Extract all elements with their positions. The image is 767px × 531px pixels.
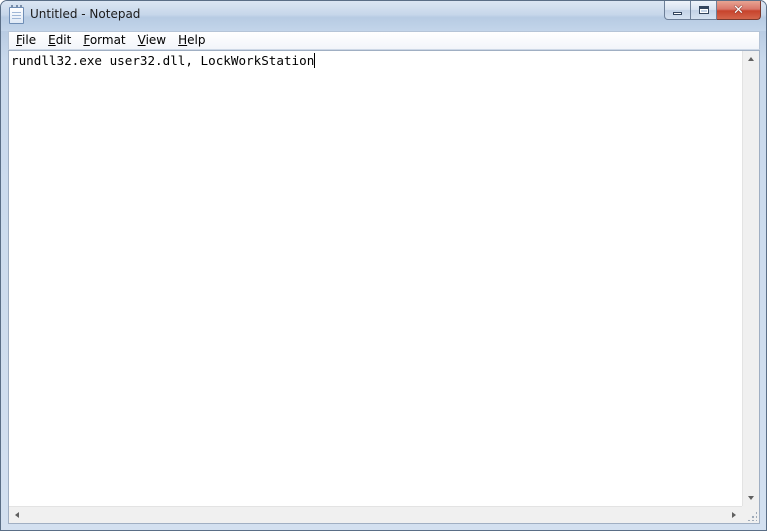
scroll-left-button[interactable] — [9, 507, 26, 524]
scrollbar-corner — [742, 506, 759, 523]
menu-format[interactable]: Format — [77, 32, 131, 49]
menu-file-label: ile — [22, 33, 37, 47]
menu-edit-accel: E — [48, 33, 56, 47]
menu-bar: File Edit Format View Help — [8, 31, 760, 50]
menu-help[interactable]: Help — [172, 32, 211, 49]
horizontal-scrollbar[interactable] — [9, 506, 742, 523]
text-caret — [314, 53, 316, 68]
notepad-icon[interactable] — [9, 5, 24, 24]
menu-help-accel: H — [178, 33, 188, 47]
resize-grip-icon[interactable] — [747, 511, 757, 521]
menu-format-label: ormat — [89, 33, 126, 47]
minimize-button[interactable] — [664, 1, 691, 20]
window-title: Untitled - Notepad — [30, 7, 141, 21]
menu-view-accel: V — [137, 33, 146, 47]
scroll-up-button[interactable] — [743, 51, 760, 68]
minimize-icon — [673, 11, 682, 15]
menu-edit-label: dit — [55, 33, 72, 47]
menu-file[interactable]: File — [10, 32, 42, 49]
arrow-right-icon — [732, 512, 736, 518]
arrow-left-icon — [15, 512, 19, 518]
edit-frame: rundll32.exe user32.dll, LockWorkStation — [8, 50, 760, 524]
menu-view-label: iew — [145, 33, 167, 47]
arrow-down-icon — [748, 496, 754, 500]
notepad-window: Untitled - Notepad ✕ File Edit Format Vi… — [0, 0, 767, 531]
maximize-button[interactable] — [691, 1, 717, 20]
vertical-scrollbar[interactable] — [742, 51, 759, 506]
scroll-right-button[interactable] — [725, 507, 742, 524]
close-icon: ✕ — [733, 2, 744, 18]
scroll-down-button[interactable] — [743, 489, 760, 506]
menu-help-label: elp — [187, 33, 206, 47]
title-bar[interactable]: Untitled - Notepad ✕ — [1, 1, 766, 31]
menu-edit[interactable]: Edit — [42, 32, 77, 49]
close-button[interactable]: ✕ — [717, 1, 761, 20]
maximize-icon — [698, 6, 709, 14]
menu-view[interactable]: View — [132, 32, 172, 49]
arrow-up-icon — [748, 57, 754, 61]
caption-buttons: ✕ — [664, 1, 761, 20]
text-editor[interactable]: rundll32.exe user32.dll, LockWorkStation — [9, 51, 742, 506]
editor-text: rundll32.exe user32.dll, LockWorkStation — [11, 53, 315, 68]
